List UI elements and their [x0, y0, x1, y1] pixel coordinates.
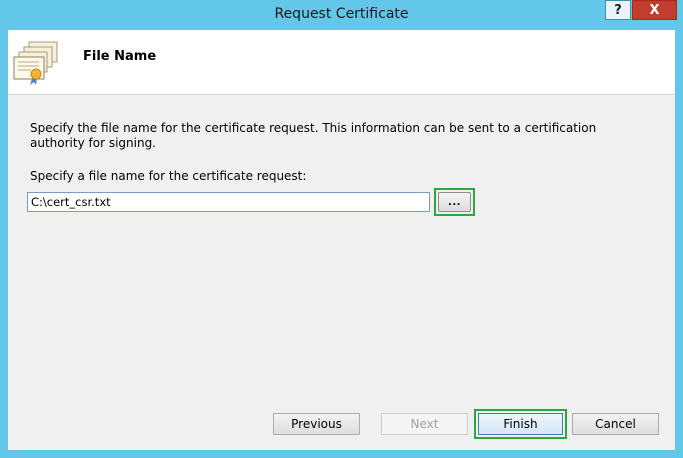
- description-text: Specify the file name for the certificat…: [30, 121, 597, 150]
- finish-highlight: Finish: [474, 409, 567, 439]
- file-name-input[interactable]: [27, 192, 430, 212]
- finish-button[interactable]: Finish: [478, 413, 563, 435]
- close-button[interactable]: X: [632, 0, 677, 20]
- certificate-icon: [13, 41, 58, 85]
- window-title: Request Certificate: [274, 6, 409, 22]
- dialog-body: File Name Specify the file name for the …: [8, 30, 675, 450]
- browse-button[interactable]: ...: [438, 192, 471, 212]
- help-button[interactable]: ?: [605, 0, 631, 20]
- file-name-label: Specify a file name for the certificate …: [30, 169, 307, 183]
- wizard-header: File Name: [8, 30, 675, 95]
- browse-highlight: ...: [434, 188, 475, 216]
- title-bar: Request Certificate ? X: [0, 0, 683, 30]
- next-button: Next: [381, 413, 468, 435]
- page-title: File Name: [83, 49, 157, 64]
- cancel-button[interactable]: Cancel: [572, 413, 659, 435]
- previous-button[interactable]: Previous: [273, 413, 360, 435]
